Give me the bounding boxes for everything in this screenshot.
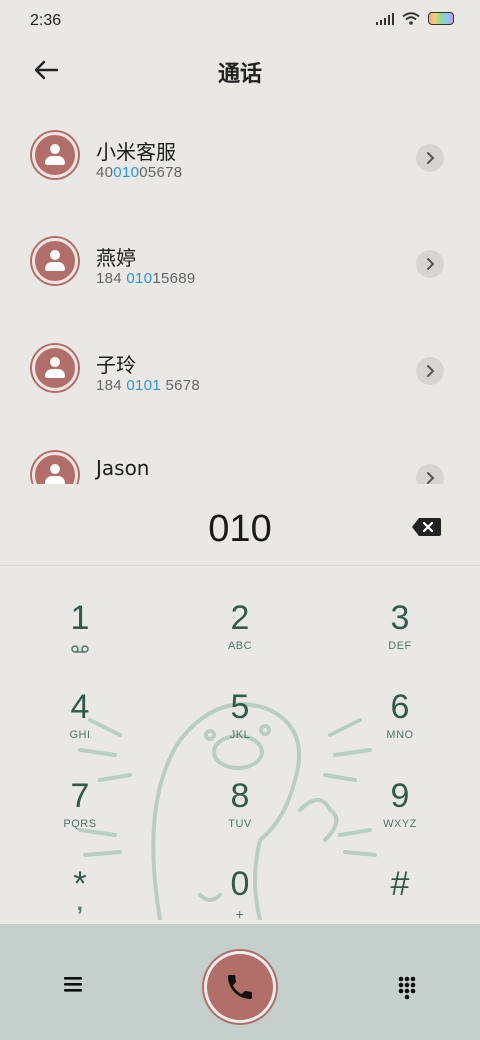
key-8[interactable]: 8 TUV — [180, 776, 300, 862]
header: 通话 — [0, 44, 480, 96]
contact-name: 燕婷 — [96, 246, 136, 270]
key-digit: # — [390, 865, 410, 903]
status-bar: 2:36 — [0, 0, 480, 40]
divider — [0, 565, 480, 566]
key-letters: TUV — [228, 818, 252, 830]
call-button[interactable] — [207, 954, 273, 1020]
backspace-icon — [412, 518, 441, 536]
contact-number: 184 01015689 — [96, 270, 196, 287]
contact-detail-button[interactable] — [416, 250, 444, 278]
status-icons — [376, 12, 454, 25]
key-digit: 1 — [70, 599, 90, 637]
status-time: 2:36 — [30, 12, 62, 29]
chevron-right-icon — [427, 365, 435, 377]
key-digit: 7 — [70, 777, 90, 815]
contact-name: Jason — [96, 456, 150, 480]
key-5[interactable]: 5 JKL — [180, 687, 300, 773]
dialpad-toggle-button[interactable] — [392, 972, 422, 1002]
key-digit: 6 — [390, 688, 410, 726]
chevron-right-icon — [427, 258, 435, 270]
menu-icon — [64, 977, 82, 992]
key-digit: 9 — [390, 777, 410, 815]
backspace-button[interactable] — [410, 516, 442, 538]
key-9[interactable]: 9 WXYZ — [340, 776, 460, 862]
contact-number: 184 0101 5678 — [96, 377, 201, 394]
key-digit: 0 — [230, 865, 250, 903]
key-letters: WXYZ — [383, 818, 417, 830]
contact-row[interactable]: 燕婷 184 01015689 — [0, 210, 480, 316]
key-letters: JKL — [229, 729, 251, 741]
avatar — [32, 238, 78, 284]
key-letters: + — [235, 906, 245, 922]
contact-number: 4001005678 — [96, 164, 183, 181]
contact-results-list: 小米客服 4001005678 燕婷 184 01015689 子玲 184 0… — [0, 104, 480, 484]
contact-row[interactable]: Jason — [0, 424, 480, 484]
avatar — [32, 452, 78, 484]
contact-detail-button[interactable] — [416, 464, 444, 484]
key-letters: MNO — [386, 729, 414, 741]
key-digit: 3 — [390, 599, 410, 637]
chevron-right-icon — [427, 472, 435, 484]
avatar — [32, 345, 78, 391]
key-2[interactable]: 2 ABC — [180, 598, 300, 684]
battery-icon — [428, 12, 454, 25]
dial-input-area: 010 — [0, 490, 480, 570]
avatar — [32, 132, 78, 178]
contact-detail-button[interactable] — [416, 357, 444, 385]
signal-icon — [376, 12, 394, 25]
contact-detail-button[interactable] — [416, 144, 444, 172]
key-letters: GHI — [69, 729, 91, 741]
contact-name: 子玲 — [96, 353, 136, 377]
menu-button[interactable] — [58, 972, 88, 996]
key-1[interactable]: 1 — [20, 598, 140, 684]
dialed-number[interactable]: 010 — [0, 508, 480, 551]
dialpad-icon — [398, 976, 416, 1000]
key-letters: ABC — [227, 640, 253, 652]
key-letters: PQRS — [63, 818, 97, 830]
contact-name: 小米客服 — [96, 140, 176, 164]
contact-row[interactable]: 子玲 184 0101 5678 — [0, 317, 480, 423]
bottom-action-bar — [0, 924, 480, 1040]
wifi-icon — [402, 12, 420, 25]
key-7[interactable]: 7 PQRS — [20, 776, 140, 862]
key-digit: 8 — [230, 777, 250, 815]
key-digit: 5 — [230, 688, 250, 726]
key-6[interactable]: 6 MNO — [340, 687, 460, 773]
contact-row[interactable]: 小米客服 4001005678 — [0, 104, 480, 210]
key-digit: 4 — [70, 688, 90, 726]
key-letters: DEF — [388, 640, 412, 652]
key-3[interactable]: 3 DEF — [340, 598, 460, 684]
key-4[interactable]: 4 GHI — [20, 687, 140, 773]
page-title: 通话 — [217, 62, 262, 87]
voicemail-icon — [71, 645, 89, 653]
phone-icon — [228, 975, 252, 999]
chevron-right-icon — [427, 152, 435, 164]
key-letters: , — [76, 890, 84, 915]
key-digit: 2 — [230, 599, 250, 637]
